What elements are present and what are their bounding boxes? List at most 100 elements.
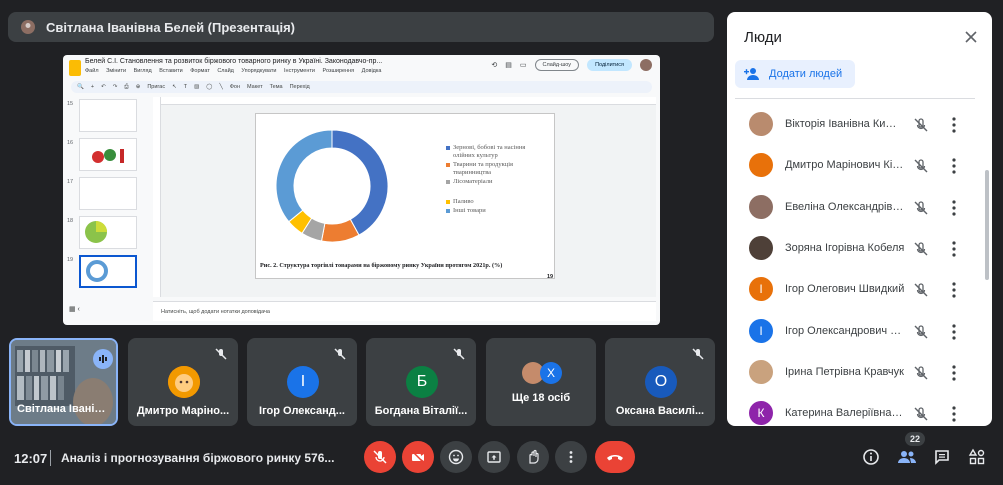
more-vert-icon[interactable] bbox=[951, 281, 957, 299]
select-icon[interactable]: ↖ bbox=[172, 84, 177, 90]
shape-icon[interactable]: ◯ bbox=[206, 84, 212, 90]
more-vert-icon[interactable] bbox=[951, 364, 957, 382]
slide-thumbnail[interactable] bbox=[79, 138, 137, 171]
menu-item[interactable]: Розширення bbox=[323, 68, 355, 74]
participant-tile[interactable]: Дмитро Маріно... bbox=[128, 338, 238, 426]
camera-toggle-button[interactable] bbox=[402, 441, 434, 473]
muted-mic-icon[interactable] bbox=[913, 365, 929, 381]
muted-mic-icon[interactable] bbox=[913, 282, 929, 298]
tile-name: Богдана Віталії... bbox=[374, 405, 468, 417]
reactions-button[interactable] bbox=[440, 441, 472, 473]
menu-item[interactable]: Вставити bbox=[159, 68, 183, 74]
slides-menu-bar: Файл Змінити Вигляд Вставити Формат Слай… bbox=[85, 68, 387, 74]
toolbar-layout[interactable]: Макет bbox=[247, 84, 263, 90]
print-icon[interactable]: ⎙ bbox=[124, 84, 128, 91]
speaker-notes[interactable]: Натисніть, щоб додати нотатки доповідача bbox=[153, 301, 656, 321]
more-vert-icon[interactable] bbox=[951, 116, 957, 134]
meeting-name: Аналіз і прогнозування біржового ринку 5… bbox=[61, 451, 335, 465]
chat-button[interactable] bbox=[931, 446, 953, 468]
self-video-tile[interactable]: Світлана Іванів... bbox=[9, 338, 118, 426]
add-people-label: Додати людей bbox=[769, 68, 843, 80]
participant-tile[interactable]: І Ігор Олександ... bbox=[247, 338, 357, 426]
more-vert-icon[interactable] bbox=[951, 323, 957, 341]
document-title: Белей С.І. Становлення та розвиток біржо… bbox=[85, 58, 383, 65]
muted-mic-icon[interactable] bbox=[913, 241, 929, 257]
menu-item[interactable]: Упорядкувати bbox=[241, 68, 276, 74]
meeting-details-button[interactable] bbox=[860, 446, 882, 468]
participant-row[interactable]: І Ігор Олегович Швидкий bbox=[727, 270, 977, 310]
slide-thumbnail-selected[interactable] bbox=[79, 255, 137, 288]
scrollbar[interactable] bbox=[985, 170, 989, 280]
menu-item[interactable]: Файл bbox=[85, 68, 99, 74]
image-icon[interactable]: ▨ bbox=[194, 84, 199, 90]
tile-name: Ще 18 осіб bbox=[511, 392, 571, 404]
shared-screen[interactable]: Белей С.І. Становлення та розвиток біржо… bbox=[63, 55, 660, 325]
people-button[interactable] bbox=[896, 446, 918, 468]
account-avatar[interactable] bbox=[640, 59, 652, 71]
panel-title: Люди bbox=[744, 29, 782, 46]
menu-item[interactable]: Слайд bbox=[217, 68, 234, 74]
slides-toolbar: 🔍 + ↶ ↷ ⎙ ⊕ Пригас ↖ T ▨ ◯ ╲ Фон Макет Т… bbox=[71, 81, 652, 93]
redo-icon[interactable]: ↷ bbox=[113, 84, 118, 90]
grid-view-icon[interactable]: ▦ ‹ bbox=[69, 305, 80, 313]
participant-row[interactable]: Ірина Петрівна Кравчук bbox=[727, 353, 977, 393]
muted-mic-icon[interactable] bbox=[913, 406, 929, 422]
participant-tile[interactable]: Б Богдана Віталії... bbox=[366, 338, 476, 426]
more-options-button[interactable] bbox=[555, 441, 587, 473]
participant-row[interactable]: Вікторія Іванівна Кифяк bbox=[727, 105, 977, 145]
undo-icon[interactable]: ↶ bbox=[101, 84, 106, 90]
search-icon[interactable]: 🔍 bbox=[77, 84, 84, 90]
close-icon[interactable] bbox=[964, 30, 978, 44]
toolbar-background[interactable]: Фон bbox=[230, 84, 240, 90]
history-icon[interactable]: ⟲ bbox=[491, 61, 497, 69]
muted-mic-icon[interactable] bbox=[913, 158, 929, 174]
toolbar-zoom[interactable]: Пригас bbox=[147, 84, 165, 90]
more-vert-icon[interactable] bbox=[951, 405, 957, 423]
muted-mic-icon[interactable] bbox=[913, 117, 929, 133]
current-slide[interactable]: Зернові, бобові та насіння олійних культ… bbox=[255, 113, 555, 279]
participant-row[interactable]: Зоряна Ігорівна Кобеля bbox=[727, 229, 977, 269]
toolbar-transition[interactable]: Перехід bbox=[290, 84, 310, 90]
muted-mic-icon[interactable] bbox=[913, 200, 929, 216]
slide-thumbnail[interactable] bbox=[79, 99, 137, 132]
participant-row[interactable]: К Катерина Валеріївна Р... bbox=[727, 394, 977, 426]
participant-row[interactable]: Дмитро Марінович Кірі... bbox=[727, 146, 977, 186]
mic-toggle-button[interactable] bbox=[364, 441, 396, 473]
add-icon[interactable]: + bbox=[91, 84, 94, 90]
present-button[interactable] bbox=[478, 441, 510, 473]
meeting-controls: 12:07 Аналіз і прогнозування біржового р… bbox=[0, 432, 1003, 485]
more-participants-tile[interactable]: Х Ще 18 осіб bbox=[486, 338, 596, 426]
share-button[interactable]: Поділитися bbox=[587, 59, 632, 71]
raise-hand-button[interactable] bbox=[517, 441, 549, 473]
menu-item[interactable]: Вигляд bbox=[134, 68, 152, 74]
more-vert-icon[interactable] bbox=[951, 199, 957, 217]
add-people-button[interactable]: Додати людей bbox=[735, 60, 855, 88]
more-vert-icon bbox=[569, 451, 573, 463]
legend-item: Лісоматеріали bbox=[446, 178, 545, 186]
slide-thumbnail[interactable] bbox=[79, 177, 137, 210]
menu-item[interactable]: Формат bbox=[190, 68, 210, 74]
line-icon[interactable]: ╲ bbox=[219, 84, 222, 90]
leave-call-button[interactable] bbox=[595, 441, 635, 473]
meet-icon[interactable]: ▭ bbox=[520, 61, 527, 69]
tile-name: Ігор Олександ... bbox=[259, 405, 345, 417]
people-panel: Люди Додати людей Вікторія Іванівна Кифя… bbox=[727, 12, 992, 426]
tile-name: Світлана Іванів... bbox=[17, 403, 111, 415]
menu-item[interactable]: Довідка bbox=[362, 68, 382, 74]
activities-button[interactable] bbox=[966, 446, 988, 468]
comments-icon[interactable]: ▤ bbox=[505, 61, 512, 69]
participant-row[interactable]: Евеліна Олександрівн... bbox=[727, 188, 977, 228]
more-vert-icon[interactable] bbox=[951, 240, 957, 258]
more-vert-icon[interactable] bbox=[951, 157, 957, 175]
toolbar-theme[interactable]: Тема bbox=[270, 84, 283, 90]
slideshow-button[interactable]: Слайд-шоу bbox=[534, 59, 580, 71]
participant-tile[interactable]: О Оксана Василі... bbox=[605, 338, 715, 426]
zoom-icon[interactable]: ⊕ bbox=[136, 84, 141, 90]
menu-item[interactable]: Інструменти bbox=[284, 68, 315, 74]
textbox-icon[interactable]: T bbox=[184, 84, 187, 90]
participant-name: Ігор Олегович Швидкий bbox=[785, 283, 905, 296]
muted-mic-icon[interactable] bbox=[913, 324, 929, 340]
slide-thumbnail[interactable] bbox=[79, 216, 137, 249]
participant-row[interactable]: І Ігор Олександрович К... bbox=[727, 312, 977, 352]
menu-item[interactable]: Змінити bbox=[106, 68, 126, 74]
